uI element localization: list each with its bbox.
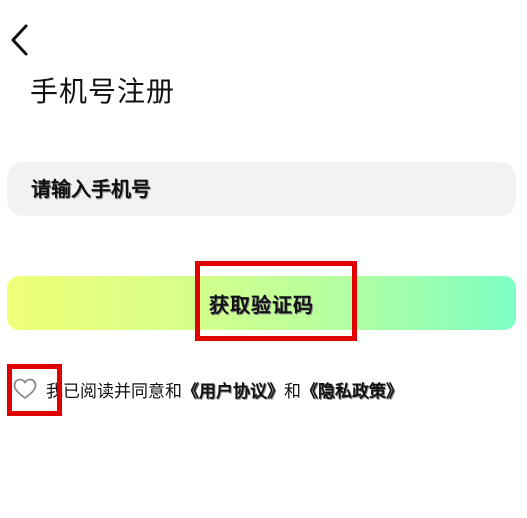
phone-input[interactable] xyxy=(29,161,516,217)
heart-outline-icon xyxy=(13,378,37,399)
agreement-row: 我已阅读并同意和 《用户协议》 和 《隐私政策》 xyxy=(12,372,403,406)
agree-checkbox[interactable] xyxy=(12,376,38,402)
register-page: 手机号注册 获取验证码 我已阅读并同意和 《用户协议》 和 《隐私政策》 xyxy=(0,0,527,518)
get-code-button-label: 获取验证码 xyxy=(209,292,314,317)
get-code-button[interactable]: 获取验证码 xyxy=(7,276,516,330)
back-button[interactable] xyxy=(2,20,38,60)
agreement-prefix-text: 我已阅读并同意和 xyxy=(46,381,182,402)
chevron-left-icon xyxy=(11,24,28,56)
phone-input-container[interactable] xyxy=(7,161,516,217)
page-title: 手机号注册 xyxy=(30,75,176,108)
user-agreement-link[interactable]: 《用户协议》 xyxy=(182,377,284,402)
privacy-policy-link[interactable]: 《隐私政策》 xyxy=(301,377,403,402)
agreement-conjunction-text: 和 xyxy=(284,381,301,402)
